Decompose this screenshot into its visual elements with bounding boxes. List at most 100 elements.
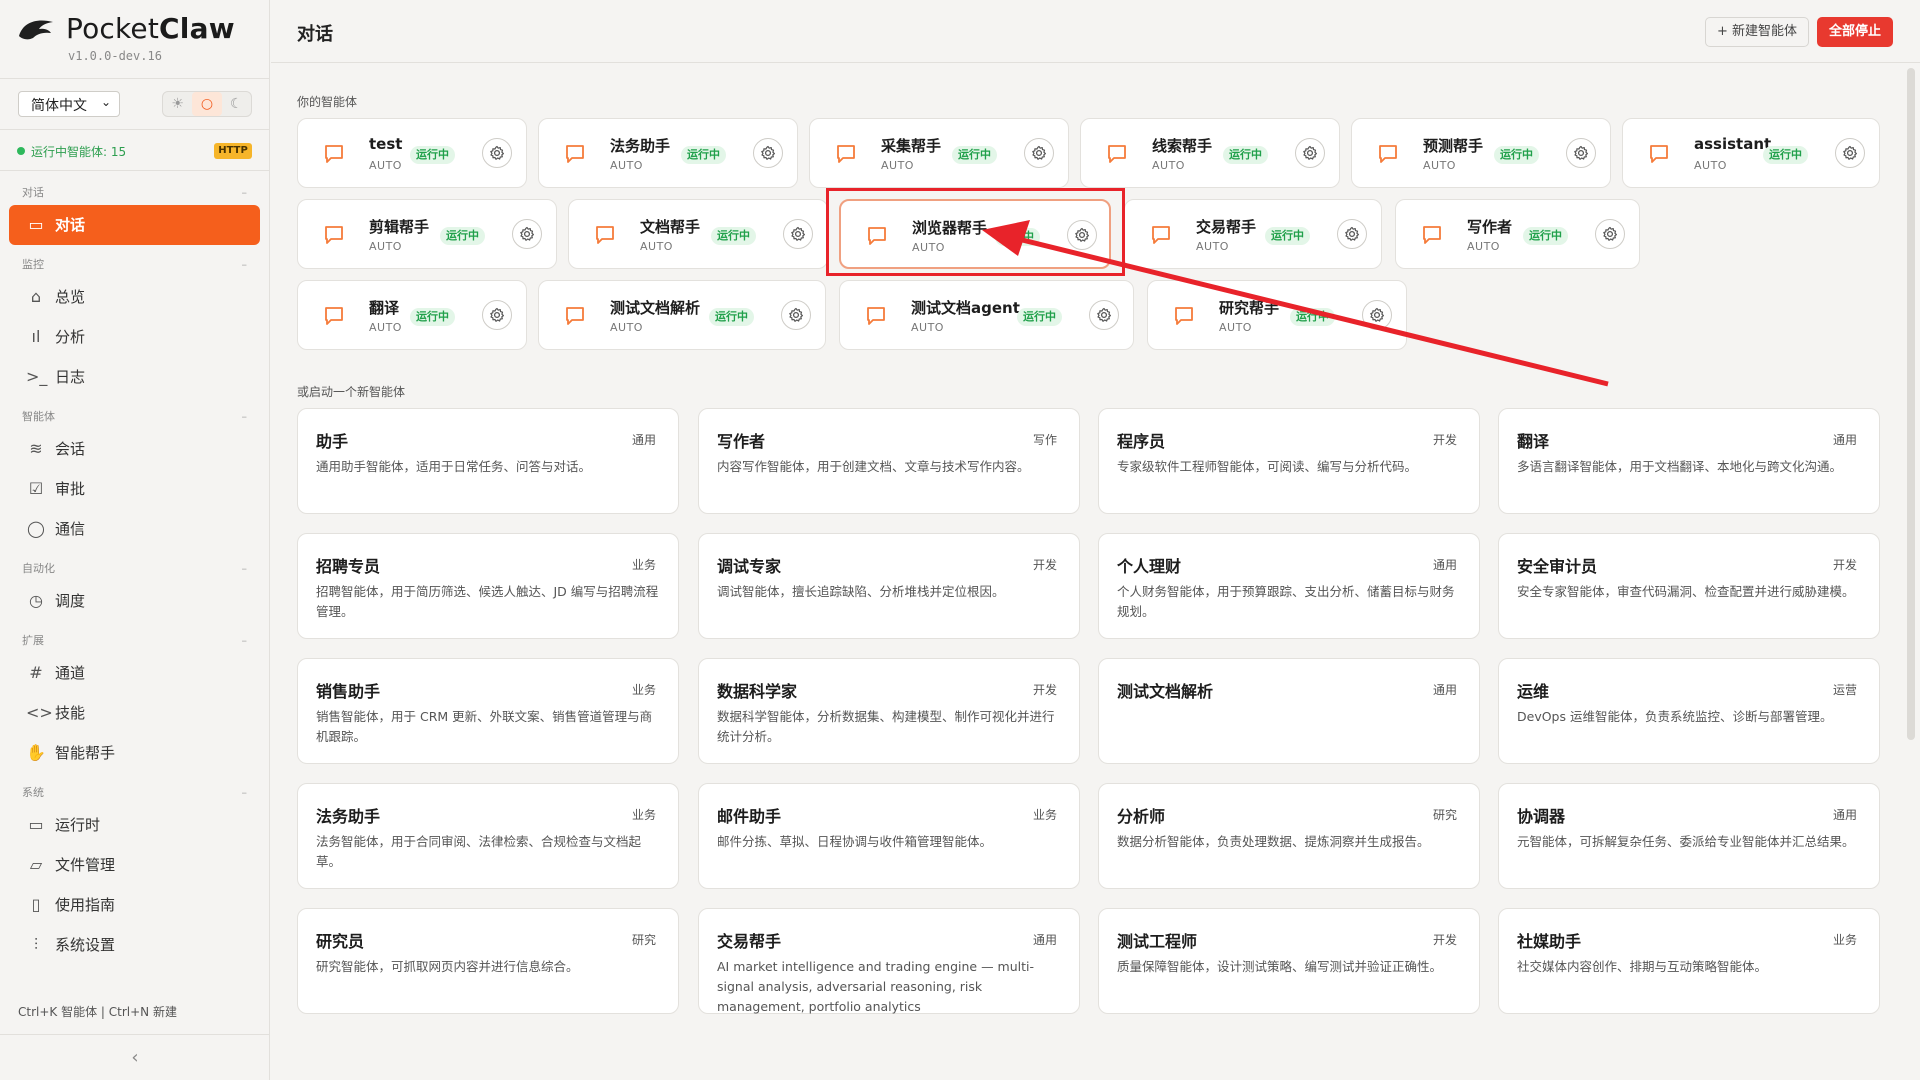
agent-settings-button[interactable] [482,138,512,168]
agent-mode: AUTO [640,240,673,253]
agent-card[interactable]: 测试文档解析 AUTO 运行中 [538,280,826,350]
template-card[interactable]: 助手 通用 通用助手智能体，适用于日常任务、问答与对话。 [297,408,679,514]
agent-card[interactable]: 剪辑帮手 AUTO 运行中 [297,199,557,269]
agent-card[interactable]: assistant AUTO 运行中 [1622,118,1880,188]
template-description: 研究智能体，可抓取网页内容并进行信息综合。 [316,959,579,974]
shortcut-hint: Ctrl+K 智能体 | Ctrl+N 新建 [18,1005,177,1019]
theme-system-button[interactable]: ○ [192,92,222,116]
collapse-sidebar-button[interactable]: ‹ [0,1034,270,1080]
status-badge: 运行中 [1017,308,1062,326]
template-card[interactable]: 安全审计员 开发 安全专家智能体，审查代码漏洞、检查配置并进行威胁建模。 [1498,533,1880,639]
agent-settings-button[interactable] [781,300,811,330]
sidebar-item-terminal[interactable]: >_ 日志 [9,357,260,397]
template-card[interactable]: 运维 运营 DevOps 运维智能体，负责系统监控、诊断与部署管理。 [1498,658,1880,764]
agent-card[interactable]: 测试文档agent AUTO 运行中 [839,280,1134,350]
sidebar-section-header[interactable]: 扩展 – [0,629,269,653]
agent-card[interactable]: 交易帮手 AUTO 运行中 [1124,199,1382,269]
agent-card[interactable]: 采集帮手 AUTO 运行中 [809,118,1069,188]
theme-switcher: ☀ ○ ☾ [162,91,252,117]
agent-card[interactable]: 线索帮手 AUTO 运行中 [1080,118,1340,188]
template-description: 专家级软件工程师智能体，可阅读、编写与分析代码。 [1117,459,1418,474]
sidebar-item-code[interactable]: <> 技能 [9,693,260,733]
chat-bubble-icon [864,304,888,328]
agent-card[interactable]: test AUTO 运行中 [297,118,527,188]
agent-settings-button[interactable] [753,138,783,168]
sidebar-item-bar-chart[interactable]: ıl 分析 [9,317,260,357]
agent-settings-button[interactable] [482,300,512,330]
sidebar-item-hand[interactable]: ✋ 智能帮手 [9,733,260,773]
theme-light-button[interactable]: ☀ [163,92,192,116]
agent-settings-button[interactable] [783,219,813,249]
sidebar-item-home[interactable]: ⌂ 总览 [9,277,260,317]
template-card[interactable]: 协调器 通用 元智能体，可拆解复杂任务、委派给专业智能体并汇总结果。 [1498,783,1880,889]
agent-settings-button[interactable] [1835,138,1865,168]
agent-settings-button[interactable] [1089,300,1119,330]
message-icon: ◯ [27,519,45,538]
template-card[interactable]: 邮件助手 业务 邮件分拣、草拟、日程协调与收件箱管理智能体。 [698,783,1080,889]
agent-settings-button[interactable] [1337,219,1367,249]
sidebar-item-message[interactable]: ◯ 通信 [9,509,260,549]
template-card[interactable]: 程序员 开发 专家级软件工程师智能体，可阅读、编写与分析代码。 [1098,408,1480,514]
template-card[interactable]: 翻译 通用 多语言翻译智能体，用于文档翻译、本地化与跨文化沟通。 [1498,408,1880,514]
section-collapse-icon: – [241,258,248,271]
agent-settings-button[interactable] [1362,300,1392,330]
sidebar-item-layers[interactable]: ≋ 会话 [9,429,260,469]
sidebar-item-book[interactable]: ▯ 使用指南 [9,885,260,925]
template-card[interactable]: 测试工程师 开发 质量保障智能体，设计测试策略、编写测试并验证正确性。 [1098,908,1480,1014]
template-card[interactable]: 分析师 研究 数据分析智能体，负责处理数据、提炼洞察并生成报告。 [1098,783,1480,889]
agent-settings-button[interactable] [1566,138,1596,168]
agent-card[interactable]: 文档帮手 AUTO 运行中 [568,199,828,269]
chat-bubble-icon [1376,142,1400,166]
template-card[interactable]: 销售助手 业务 销售智能体，用于 CRM 更新、外联文案、销售管道管理与商机跟踪。 [297,658,679,764]
language-select[interactable]: 简体中文 ⌄ [18,91,120,117]
sidebar-item-clock[interactable]: ◷ 调度 [9,581,260,621]
template-card[interactable]: 个人理财 通用 个人财务智能体，用于预算跟踪、支出分析、储蓄目标与财务规划。 [1098,533,1480,639]
sidebar-section-header[interactable]: 监控 – [0,253,269,277]
sidebar-item-label: 调度 [55,592,86,610]
sidebar-item-chat[interactable]: ▭ 对话 [9,205,260,245]
sidebar-item-monitor[interactable]: ▭ 运行时 [9,805,260,845]
agent-card[interactable]: 预测帮手 AUTO 运行中 [1351,118,1611,188]
template-card[interactable]: 测试文档解析 通用 [1098,658,1480,764]
agent-name: 采集帮手 [881,137,942,155]
agent-settings-button[interactable] [1024,138,1054,168]
sidebar-item-check-square[interactable]: ☑ 审批 [9,469,260,509]
agent-settings-button[interactable] [1595,219,1625,249]
sidebar-nav: 对话 – ▭ 对话监控 – ⌂ 总览 ıl 分析 >_ 日志智能体 – ≋ 会话 ☑ 审批 ◯ 通信自动化 – ◷ 调度… [0,171,269,973]
agent-card[interactable]: 研究帮手 AUTO 运行中 [1147,280,1407,350]
chat-bubble-icon [593,223,617,247]
scrollbar[interactable] [1907,68,1915,740]
sidebar-section-header[interactable]: 对话 – [0,181,269,205]
sidebar-item-folder[interactable]: ▱ 文件管理 [9,845,260,885]
brand-name: PocketClaw [66,12,235,45]
template-card[interactable]: 社媒助手 业务 社交媒体内容创作、排期与互动策略智能体。 [1498,908,1880,1014]
new-agent-button[interactable]: + 新建智能体 [1705,17,1809,47]
agent-card[interactable]: 写作者 AUTO 运行中 [1395,199,1640,269]
template-card[interactable]: 数据科学家 开发 数据科学智能体，分析数据集、构建模型、制作可视化并进行统计分析。 [698,658,1080,764]
template-name: 运维 [1517,682,1550,701]
agent-name: 写作者 [1467,218,1513,236]
template-card[interactable]: 招聘专员 业务 招聘智能体，用于简历筛选、候选人触达、JD 编写与招聘流程管理。 [297,533,679,639]
chat-icon: ▭ [28,215,44,234]
agent-settings-button[interactable] [512,219,542,249]
monitor-icon: ▭ [28,815,44,834]
sidebar-item-sliders[interactable]: ⫶ 系统设置 [9,925,260,965]
template-card[interactable]: 法务助手 业务 法务智能体，用于合同审阅、法律检索、合规检查与文档起草。 [297,783,679,889]
section-collapse-icon: – [241,410,248,423]
template-name: 翻译 [1517,432,1550,451]
agent-name: 剪辑帮手 [369,218,430,236]
sidebar-item-hash[interactable]: # 通道 [9,653,260,693]
template-card[interactable]: 调试专家 开发 调试智能体，擅长追踪缺陷、分析堆栈并定位根因。 [698,533,1080,639]
agent-card[interactable]: 法务助手 AUTO 运行中 [538,118,798,188]
template-card[interactable]: 研究员 研究 研究智能体，可抓取网页内容并进行信息综合。 [297,908,679,1014]
theme-dark-button[interactable]: ☾ [222,92,251,116]
template-category: 业务 [631,558,656,572]
sidebar-section-header[interactable]: 系统 – [0,781,269,805]
agent-card[interactable]: 翻译 AUTO 运行中 [297,280,527,350]
sidebar-section-header[interactable]: 自动化 – [0,557,269,581]
agent-settings-button[interactable] [1295,138,1325,168]
stop-all-button[interactable]: 全部停止 [1817,17,1893,47]
sidebar-section-header[interactable]: 智能体 – [0,405,269,429]
template-card[interactable]: 交易帮手 通用 AI market intelligence and trading… [698,908,1080,1014]
template-card[interactable]: 写作者 写作 内容写作智能体，用于创建文档、文章与技术写作内容。 [698,408,1080,514]
